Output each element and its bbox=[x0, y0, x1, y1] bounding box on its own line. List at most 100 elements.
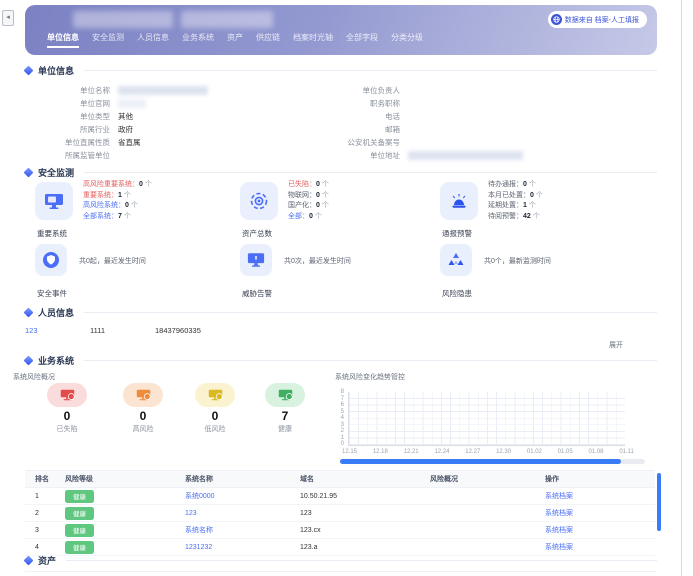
monitor-alert-icon bbox=[240, 244, 272, 276]
expand-toggle[interactable]: 展开 bbox=[609, 340, 623, 350]
status-badge: 健康 bbox=[65, 507, 94, 520]
globe-icon bbox=[551, 14, 562, 25]
tab-security-monitor[interactable]: 安全监测 bbox=[92, 32, 124, 48]
tab-business-systems[interactable]: 业务系统 bbox=[182, 32, 214, 48]
section-divider bbox=[84, 312, 657, 313]
card-label: 安全事件 bbox=[37, 288, 67, 299]
redacted-unit-title bbox=[73, 11, 173, 28]
card-threat-alerts: 共0次，最近发生时间 威胁告警 bbox=[240, 244, 450, 276]
overview-stat-low-risk: 0 低风险 bbox=[185, 383, 245, 434]
person-name-link[interactable]: 123 bbox=[25, 326, 38, 335]
field-police-record-no: 公安机关备案号 bbox=[280, 136, 610, 149]
card-label: 通报预警 bbox=[442, 228, 472, 239]
status-badge: 健康 bbox=[65, 541, 94, 554]
section-divider bbox=[66, 560, 657, 561]
table-vertical-scrollbar[interactable] bbox=[657, 473, 661, 531]
overview-stat-value: 0 bbox=[185, 409, 245, 423]
tab-all-fields[interactable]: 全部字段 bbox=[346, 32, 378, 48]
chart-x-axis: 12.15 12.18 12.21 12.24 12.27 12.30 01.0… bbox=[342, 449, 634, 455]
stat-line: 重要系统：1 个 bbox=[83, 191, 152, 202]
card-security-events: 共0起，最近发生时间 安全事件 bbox=[35, 244, 245, 276]
monitor-status-icon bbox=[123, 383, 163, 407]
system-name-link[interactable]: 123 bbox=[185, 510, 197, 517]
section-diamond-icon bbox=[24, 65, 34, 75]
card-asset-total: 已失陷：0 个 物联网：0 个 国产化：0 个 全部：0 个 资产总数 bbox=[240, 182, 440, 220]
system-archive-link[interactable]: 系统档案 bbox=[545, 544, 573, 551]
field-unit-name: 单位名称 bbox=[25, 84, 280, 97]
section-header-unit-info: 单位信息 bbox=[25, 64, 657, 76]
section-title: 资产 bbox=[38, 554, 56, 567]
stat-line: 高风险系统：0 个 bbox=[83, 201, 152, 212]
tab-personnel-info[interactable]: 人员信息 bbox=[137, 32, 169, 48]
field-phone: 电话 bbox=[280, 110, 610, 123]
section-diamond-icon bbox=[24, 167, 34, 177]
overview-stat-value: 7 bbox=[255, 409, 315, 423]
section-title: 业务系统 bbox=[38, 354, 74, 367]
section-header-business: 业务系统 bbox=[25, 354, 657, 366]
table-row: 3 健康 系统名称 123.cx 系统档案 bbox=[25, 522, 655, 539]
section-header-personnel: 人员信息 bbox=[25, 306, 657, 318]
systems-risk-table: 排名 风险等级 系统名称 域名 风险概况 操作 1 健康 系统0000 10.5… bbox=[25, 470, 655, 556]
field-industry: 所属行业 政府 bbox=[25, 123, 280, 136]
tab-assets[interactable]: 资产 bbox=[227, 32, 243, 48]
person-field: 1111 bbox=[90, 326, 105, 335]
card-label: 威胁告警 bbox=[242, 288, 272, 299]
section-title: 人员信息 bbox=[38, 306, 74, 319]
section-title: 单位信息 bbox=[38, 64, 74, 77]
overview-stat-high-risk: 0 高风险 bbox=[113, 383, 173, 434]
system-archive-link[interactable]: 系统档案 bbox=[545, 510, 573, 517]
stat-line: 已失陷：0 个 bbox=[288, 180, 329, 191]
card-important-systems: 高风险重要系统：0 个 重要系统：1 个 高风险系统：0 个 全部系统：7 个 … bbox=[35, 182, 235, 220]
tab-unit-info[interactable]: 单位信息 bbox=[47, 32, 79, 48]
overview-stat-label: 健康 bbox=[255, 424, 315, 434]
data-source-badge-label: 数据来自 档案-人工填报 bbox=[565, 15, 639, 25]
system-archive-link[interactable]: 系统档案 bbox=[545, 493, 573, 500]
chart-y-axis: 8 7 6 5 4 3 2 1 0 bbox=[330, 389, 344, 447]
system-name-link[interactable]: 1231232 bbox=[185, 544, 212, 551]
overview-stat-label: 高风险 bbox=[113, 424, 173, 434]
field-email: 邮箱 bbox=[280, 123, 610, 136]
redacted-value bbox=[118, 86, 208, 95]
overview-stat-value: 0 bbox=[37, 409, 97, 423]
header-banner: 数据来自 档案-人工填报 单位信息 安全监测 人员信息 业务系统 资产 供应链 … bbox=[25, 5, 657, 55]
system-name-link[interactable]: 系统名称 bbox=[185, 527, 213, 534]
tab-classification[interactable]: 分类分级 bbox=[391, 32, 423, 48]
trend-subtitle: 系统风险变化趋势管控 bbox=[335, 372, 405, 382]
status-badge: 健康 bbox=[65, 524, 94, 537]
panel-right-border bbox=[681, 0, 682, 576]
collapse-panel-button[interactable]: ◂ bbox=[2, 10, 14, 26]
redacted-unit-subtitle bbox=[181, 11, 273, 28]
monitor-status-icon bbox=[47, 383, 87, 407]
stat-line: 待阅预警：42 个 bbox=[488, 212, 543, 223]
tab-archive-timeline[interactable]: 档案时光轴 bbox=[293, 32, 333, 48]
monitor-status-icon bbox=[265, 383, 305, 407]
radar-icon bbox=[240, 182, 278, 220]
event-summary: 共0次，最近发生时间 bbox=[284, 256, 351, 266]
field-affiliation-nature: 单位直属性质 省直属 bbox=[25, 136, 280, 149]
card-risk-hazards: 共0个，最新监测时间 风险隐患 bbox=[440, 244, 650, 276]
header-tabs: 单位信息 安全监测 人员信息 业务系统 资产 供应链 档案时光轴 全部字段 分类… bbox=[47, 32, 423, 48]
scrollbar-thumb[interactable] bbox=[340, 459, 621, 464]
event-summary: 共0个，最新监测时间 bbox=[484, 256, 551, 266]
overview-stat-healthy: 7 健康 bbox=[255, 383, 315, 434]
section-divider bbox=[84, 172, 657, 173]
field-unit-website: 单位官网 bbox=[25, 97, 280, 110]
system-archive-link[interactable]: 系统档案 bbox=[545, 527, 573, 534]
overview-stat-label: 低风险 bbox=[185, 424, 245, 434]
field-unit-leader: 单位负责人 bbox=[280, 84, 610, 97]
table-header-row: 排名 风险等级 系统名称 域名 风险概况 操作 bbox=[25, 470, 655, 488]
field-unit-address: 单位地址 bbox=[280, 149, 610, 162]
shield-icon bbox=[35, 244, 67, 276]
section-header-assets: 资产 bbox=[25, 554, 657, 566]
archive-detail-page: ◂ 数据来自 档案-人工填报 单位信息 安全监测 人员信息 业务系统 资产 供应… bbox=[0, 0, 693, 576]
system-name-link[interactable]: 系统0000 bbox=[185, 493, 215, 500]
overview-stat-compromised: 0 已失陷 bbox=[37, 383, 97, 434]
redacted-value bbox=[408, 151, 523, 160]
status-badge: 健康 bbox=[65, 490, 94, 503]
section-diamond-icon bbox=[24, 307, 34, 317]
tab-supply-chain[interactable]: 供应链 bbox=[256, 32, 280, 48]
table-row: 1 健康 系统0000 10.50.21.95 系统档案 bbox=[25, 488, 655, 505]
chart-horizontal-scrollbar[interactable] bbox=[340, 459, 645, 464]
section-diamond-icon bbox=[24, 355, 34, 365]
bottom-divider bbox=[25, 571, 657, 572]
